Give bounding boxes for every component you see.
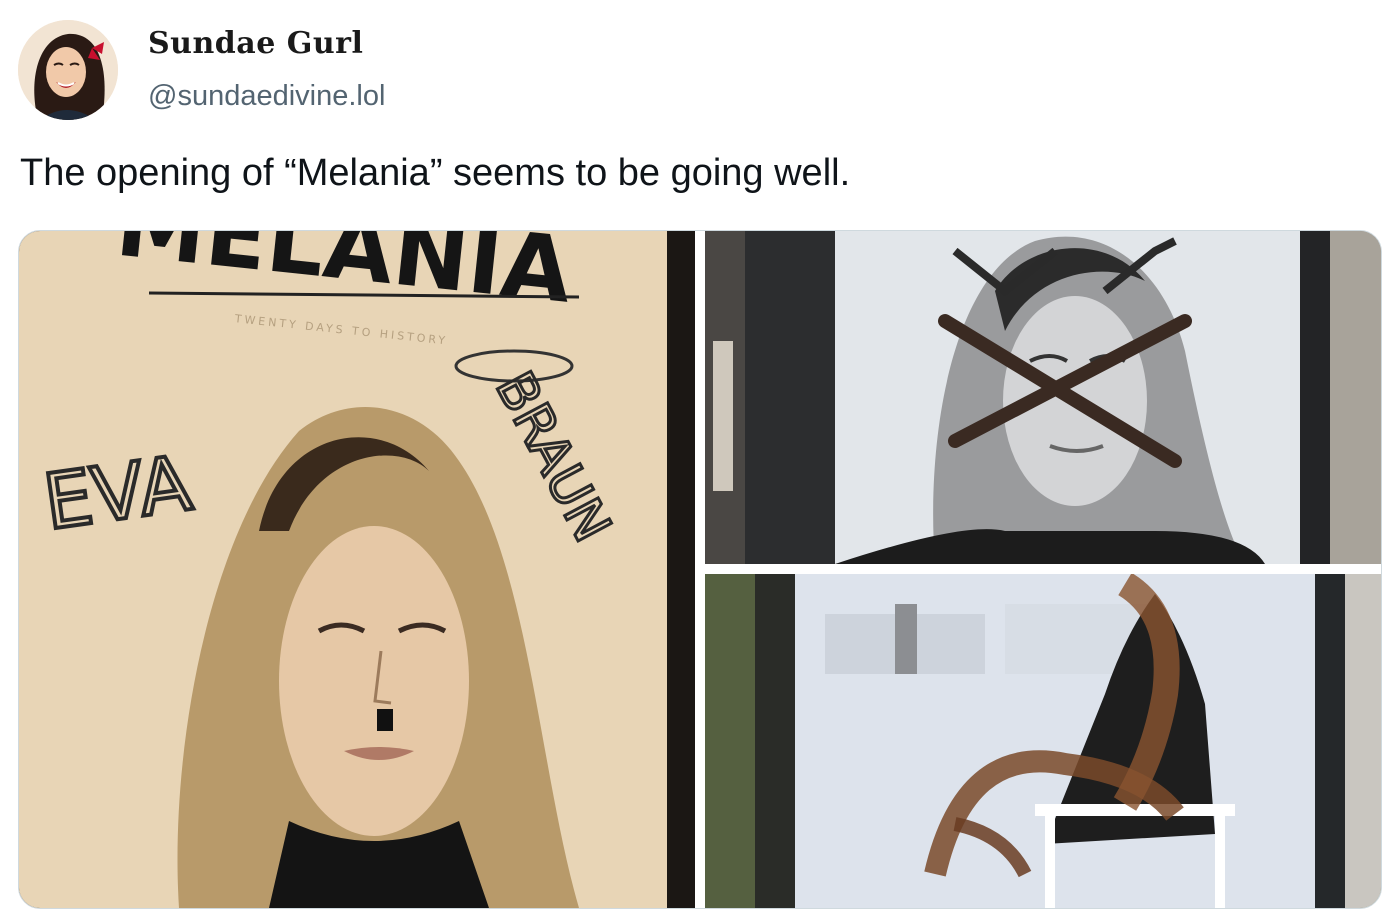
poster-2-image [705,231,1381,564]
media-image-1[interactable]: MELANIA TWENTY DAYS TO HISTORY EVA BRAUN [19,231,695,908]
avatar[interactable] [18,20,118,120]
media-grid: MELANIA TWENTY DAYS TO HISTORY EVA BRAUN [18,230,1382,909]
post-text: The opening of “Melania” seems to be goi… [20,152,851,194]
author-handle[interactable]: @sundaedivine.lol [148,80,385,113]
author-name[interactable]: Sundae Gurl [148,26,363,61]
poster-1-image: MELANIA TWENTY DAYS TO HISTORY EVA BRAUN [19,231,695,908]
media-image-2[interactable] [705,231,1381,564]
poster-3-image [705,574,1381,908]
media-image-3[interactable] [705,574,1381,908]
avatar-image [18,20,118,120]
